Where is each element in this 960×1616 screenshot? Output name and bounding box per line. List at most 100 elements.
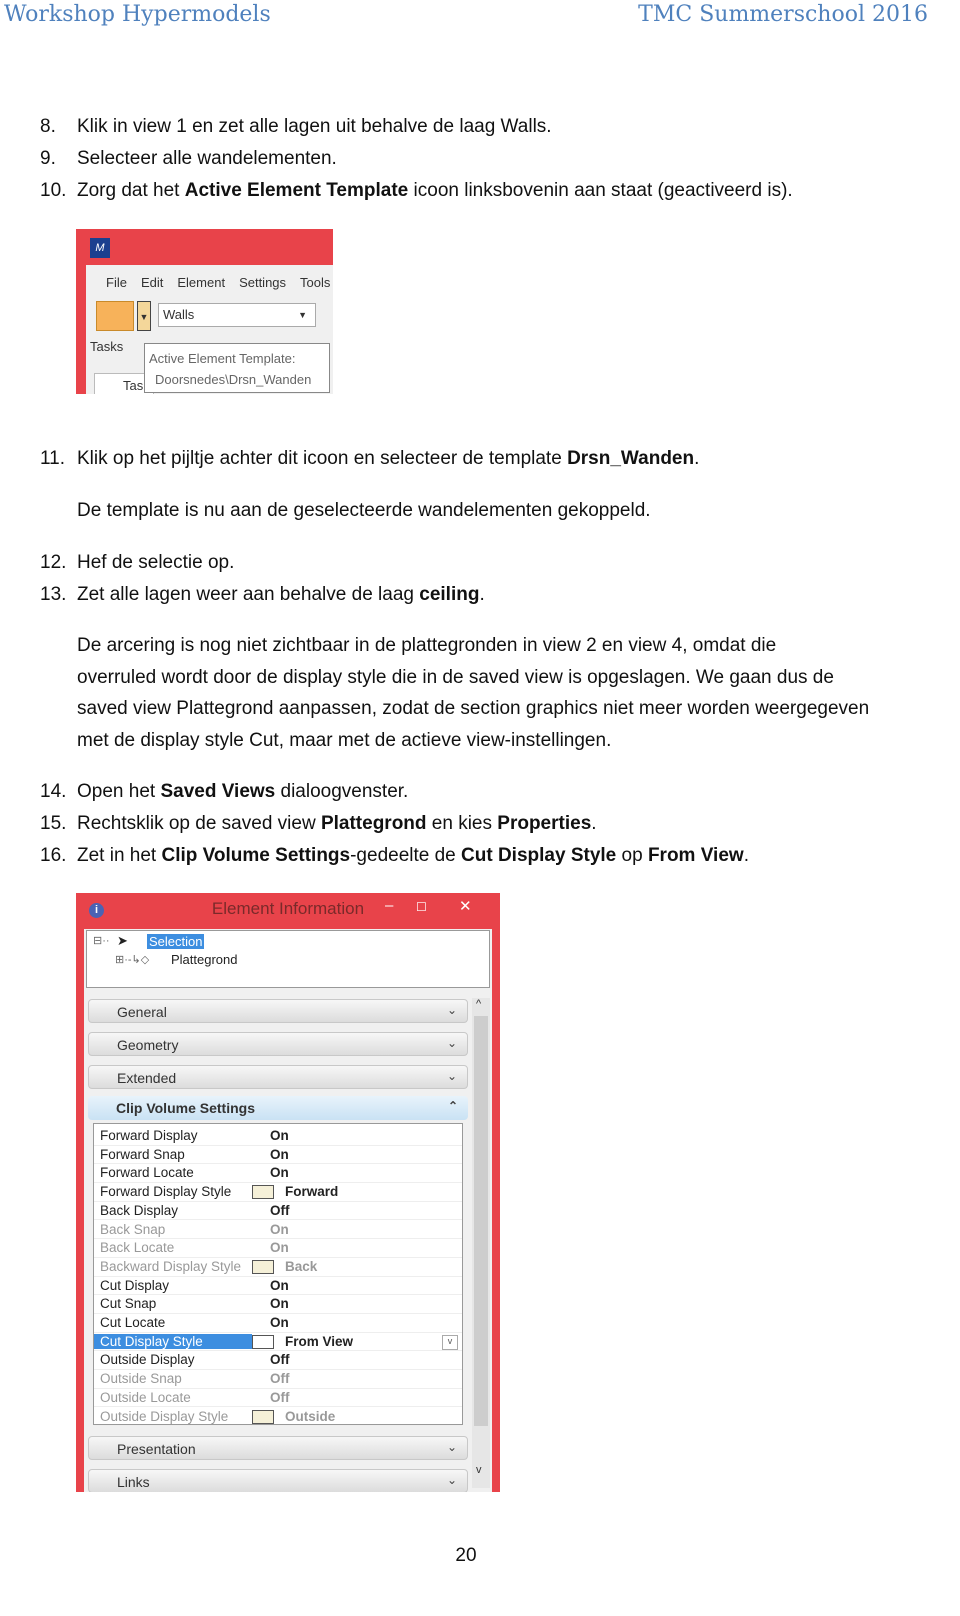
chevron-down-icon[interactable]: ⌄ (447, 1003, 457, 1017)
property-name: Outside Display (100, 1352, 195, 1368)
property-row[interactable]: Back Display Off (94, 1202, 462, 1221)
step-text: . (694, 448, 700, 469)
step-text: . (743, 845, 749, 866)
property-row[interactable]: Cut Display Style From View v (94, 1333, 462, 1352)
step-item: 15. Rechtsklik op de saved view Plattegro… (40, 813, 597, 835)
close-icon[interactable]: ✕ (459, 897, 472, 915)
minimize-icon[interactable]: – (385, 897, 393, 914)
element-information-screenshot: i Element Information – ☐ ✕ ⊟·· ➤ Select… (76, 893, 500, 1492)
property-name: Outside Display Style (100, 1408, 229, 1424)
bold-term: Cut Display Style (461, 845, 617, 866)
tree-item-selection[interactable]: Selection (147, 934, 205, 949)
tooltip-value: Doorsnedes\Drsn_Wanden (155, 372, 312, 387)
step-text: Zet in het (77, 845, 162, 866)
level-combo-value: Walls (163, 307, 195, 322)
property-value: Off (270, 1371, 290, 1387)
step-text: Hef de selectie op. (77, 552, 235, 573)
tasks-label: Tasks (90, 339, 124, 354)
property-name: Cut Snap (100, 1296, 157, 1312)
note-text: De template is nu aan de geselecteerde w… (77, 500, 651, 521)
property-name: Back Display (100, 1202, 179, 1218)
property-value: On (270, 1146, 289, 1162)
step-item: 10. Zorg dat het Active Element Template … (40, 180, 793, 202)
display-style-icon (252, 1409, 274, 1424)
section-label: Presentation (117, 1441, 196, 1457)
level-combo[interactable]: Walls ▼ (158, 303, 316, 327)
section-general[interactable]: General ⌄ (88, 999, 468, 1023)
step-text: . (591, 813, 597, 834)
property-row[interactable]: Outside Locate Off (94, 1389, 462, 1408)
step-number: 8. (40, 116, 56, 137)
step-number: 13. (40, 584, 67, 605)
header-right: TMC Summerschool 2016 (638, 2, 928, 27)
chevron-down-icon[interactable]: ⌄ (447, 1036, 457, 1050)
menu-element[interactable]: Element (177, 275, 225, 290)
property-row[interactable]: Outside Snap Off (94, 1370, 462, 1389)
property-value: On (270, 1165, 289, 1181)
step-text: Open het (77, 781, 161, 802)
step-text: Zorg dat het (77, 180, 185, 201)
property-name: Back Snap (100, 1221, 166, 1237)
property-row[interactable]: Cut Display On (94, 1277, 462, 1296)
chevron-down-icon[interactable]: ⌄ (447, 1473, 457, 1487)
step-text: op (616, 845, 648, 866)
property-row[interactable]: Outside Display Style Outside (94, 1408, 462, 1427)
paragraph-line: saved view Plattegrond aanpassen, zodat … (77, 698, 870, 719)
bold-term: Clip Volume Settings (161, 845, 351, 866)
property-value: On (270, 1128, 289, 1143)
step-text: en kies (426, 813, 498, 834)
step-text: icoon linksbovenin aan staat (geactiveer… (408, 180, 793, 201)
property-row[interactable]: Forward Locate On (94, 1164, 462, 1184)
template-dropdown-arrow[interactable]: ▼ (137, 301, 151, 331)
step-number: 14. (40, 781, 67, 802)
property-row[interactable]: Forward Display On (94, 1127, 462, 1146)
property-row[interactable]: Cut Locate On (94, 1314, 462, 1333)
property-row[interactable]: Forward Display Style Forward (94, 1183, 462, 1202)
section-presentation[interactable]: Presentation ⌄ (88, 1436, 468, 1460)
property-row[interactable]: Forward Snap On (94, 1146, 462, 1165)
section-links[interactable]: Links ⌄ (88, 1469, 468, 1492)
section-geometry[interactable]: Geometry ⌄ (88, 1032, 468, 1056)
active-element-template-button[interactable] (96, 301, 134, 331)
property-row[interactable]: Outside Display Off (94, 1351, 462, 1371)
bold-term: From View (647, 845, 744, 866)
property-row[interactable]: Back Snap On (94, 1221, 462, 1240)
display-style-icon (252, 1259, 274, 1274)
menu-edit[interactable]: Edit (141, 275, 163, 290)
property-value: Off (270, 1389, 290, 1405)
section-label: General (117, 1004, 167, 1020)
property-row[interactable]: Backward Display Style Back (94, 1258, 462, 1277)
property-row[interactable]: Back Locate On (94, 1239, 462, 1258)
menu-file[interactable]: File (106, 275, 127, 290)
step-item: 9. Selecteer alle wandelementen. (40, 148, 337, 170)
property-name: Cut Locate (100, 1315, 166, 1330)
step-number: 15. (40, 813, 67, 834)
property-value: Back (285, 1258, 318, 1274)
property-row[interactable]: Cut Snap On (94, 1295, 462, 1314)
step-text: Rechtsklik op de saved view (77, 813, 321, 834)
chevron-up-icon[interactable]: ⌃ (448, 1099, 458, 1113)
section-label: Clip Volume Settings (116, 1100, 255, 1116)
menu-settings[interactable]: Settings (239, 275, 286, 290)
maximize-icon[interactable]: ☐ (416, 900, 427, 914)
active-element-template-screenshot: M File Edit Element Settings Tools ▼ Walls ▼ … (76, 229, 333, 394)
property-value: Outside (285, 1408, 336, 1424)
tooltip-title: Active Element Template: (149, 351, 296, 366)
page-number: 20 (455, 1545, 477, 1566)
tree-item-plattegrond[interactable]: Plattegrond (171, 952, 238, 967)
step-item: 8. Klik in view 1 en zet alle lagen uit b… (40, 116, 552, 138)
property-value: On (270, 1296, 289, 1312)
chevron-down-icon[interactable]: ⌄ (447, 1069, 457, 1083)
property-name: Outside Locate (100, 1389, 191, 1405)
menu-tools[interactable]: Tools (300, 275, 330, 290)
scrollbar[interactable]: ^ v (472, 998, 490, 1488)
chevron-down-icon[interactable]: ⌄ (447, 1440, 457, 1454)
chevron-down-icon[interactable]: v (442, 1334, 458, 1350)
step-number: 16. (40, 845, 67, 866)
dialog-title: Element Information (211, 899, 365, 918)
section-extended[interactable]: Extended ⌄ (88, 1065, 468, 1089)
section-clip-volume-settings[interactable]: Clip Volume Settings ⌃ (88, 1096, 468, 1120)
step-item: 13. Zet alle lagen weer aan behalve de la… (40, 584, 485, 606)
bold-term: Active Element Template (184, 180, 409, 201)
step-item: 12. Hef de selectie op. (40, 552, 234, 574)
